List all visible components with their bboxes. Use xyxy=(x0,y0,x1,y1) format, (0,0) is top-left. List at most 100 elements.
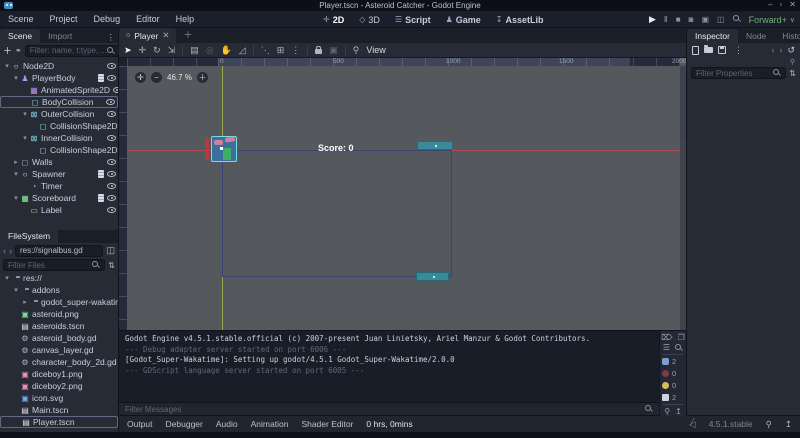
tree-row[interactable]: ◻BodyCollision xyxy=(0,96,118,108)
tab-node[interactable]: Node xyxy=(738,29,774,43)
file-row[interactable]: ⚙character_body_2d.gd xyxy=(0,356,118,368)
workspace-game[interactable]: ♟Game xyxy=(441,15,486,25)
tab-history[interactable]: History xyxy=(774,29,800,43)
visibility-eye-icon[interactable] xyxy=(107,111,116,117)
tree-row[interactable]: ▸◻Walls xyxy=(0,156,118,168)
tree-row[interactable]: ▾▦Scoreboard xyxy=(0,192,118,204)
menu-editor[interactable]: Editor xyxy=(128,14,168,24)
file-row[interactable]: ▤Main.tscn xyxy=(0,404,118,416)
tree-row[interactable]: ◻CollisionShape2D xyxy=(0,144,118,156)
snap-options-icon[interactable]: ⋮ xyxy=(291,45,300,56)
move-tool-icon[interactable]: ✛ xyxy=(139,45,147,56)
visibility-eye-icon[interactable] xyxy=(113,87,118,93)
tree-row[interactable]: ▭Label xyxy=(0,204,118,216)
file-row[interactable]: ▣asteroid.png xyxy=(0,308,118,320)
zoom-in-button[interactable]: ＋ xyxy=(197,72,208,83)
select-tool-icon[interactable]: ➤ xyxy=(124,45,132,56)
visibility-eye-icon[interactable] xyxy=(107,63,116,69)
new-resource-icon[interactable] xyxy=(692,46,699,55)
errors-toggle[interactable]: 0 xyxy=(662,367,684,379)
panel-animation[interactable]: Animation xyxy=(251,419,289,429)
history-forward-icon[interactable]: › xyxy=(779,45,782,55)
expander-icon[interactable]: ▸ xyxy=(21,298,29,306)
property-filter-input[interactable]: Filter Properties xyxy=(691,67,786,79)
tree-row[interactable]: ▾⊠InnerCollision xyxy=(0,132,118,144)
attached-script-icon[interactable] xyxy=(98,74,104,82)
editor-log-toggle[interactable]: 2 xyxy=(662,391,684,403)
pivot-tool-icon[interactable]: ◎ xyxy=(206,45,214,56)
tree-row[interactable]: ▦AnimatedSprite2D xyxy=(0,84,118,96)
expander-icon[interactable]: ▾ xyxy=(3,62,11,70)
tree-row[interactable]: ▾♟PlayerBody xyxy=(0,72,118,84)
file-row[interactable]: ▸godot_super-wakatime xyxy=(0,296,118,308)
tab-import[interactable]: Import xyxy=(40,29,80,43)
instance-scene-button[interactable]: ⚭ xyxy=(15,46,22,55)
close-button[interactable]: ✕ xyxy=(789,0,796,9)
expander-icon[interactable]: ▾ xyxy=(12,194,20,202)
split-view-icon[interactable]: ◫ xyxy=(106,245,115,256)
menu-help[interactable]: Help xyxy=(168,14,203,24)
file-row[interactable]: ▣diceboy2.png xyxy=(0,380,118,392)
pin-object-icon[interactable]: ⚲ xyxy=(790,58,795,66)
group-node-icon[interactable]: ▣ xyxy=(329,45,338,56)
ruler-tool-icon[interactable]: ◿ xyxy=(239,45,246,56)
workspace-3d[interactable]: ◇3D xyxy=(354,15,385,25)
visibility-eye-icon[interactable] xyxy=(107,135,116,141)
expander-icon[interactable]: ▸ xyxy=(12,158,20,166)
tab-scene[interactable]: Scene xyxy=(0,29,40,43)
pause-button[interactable]: Ⅱ xyxy=(664,15,668,24)
view-menu[interactable]: View xyxy=(366,45,385,55)
2d-viewport[interactable]: -5000500100015002000 Score: 0 ✛ − 46.7 %… xyxy=(119,58,686,330)
rotate-tool-icon[interactable]: ↻ xyxy=(153,45,161,56)
tree-row[interactable]: ▾○Spawner xyxy=(0,168,118,180)
panel-shader-editor[interactable]: Shader Editor xyxy=(301,419,353,429)
lock-node-icon[interactable] xyxy=(315,49,322,54)
maximize-button[interactable]: ▫ xyxy=(779,0,782,9)
attached-script-icon[interactable] xyxy=(98,170,104,178)
scene-filter-input[interactable]: Filter: name, t:type, ... xyxy=(25,45,120,57)
workspace-assetlib[interactable]: ↧AssetLib xyxy=(491,15,549,25)
pan-tool-icon[interactable]: ✋ xyxy=(221,45,232,56)
file-row[interactable]: ▤asteroids.tscn xyxy=(0,320,118,332)
grid-snap-icon[interactable]: ⊞ xyxy=(277,45,285,56)
resource-options-icon[interactable]: ⋮ xyxy=(731,45,746,56)
panel-output[interactable]: Output xyxy=(127,419,153,429)
tree-row[interactable]: ◔Timer xyxy=(0,180,118,192)
center-view-icon[interactable]: ✛ xyxy=(135,72,146,83)
search-output-icon[interactable] xyxy=(675,344,683,352)
minimize-button[interactable]: – xyxy=(768,0,772,9)
property-sort-icon[interactable]: ⇅ xyxy=(789,69,796,78)
workspace-2d[interactable]: ✛2D xyxy=(318,15,349,25)
message-filter-bar[interactable]: Filter Messages xyxy=(119,402,659,415)
panel-audio[interactable]: Audio xyxy=(216,419,238,429)
stop-button[interactable]: ■ xyxy=(676,15,681,24)
play-custom-scene-button[interactable]: ◫ xyxy=(717,15,725,24)
expander-icon[interactable]: ▾ xyxy=(21,110,29,118)
menu-scene[interactable]: Scene xyxy=(0,14,42,24)
visibility-eye-icon[interactable] xyxy=(107,171,116,177)
movie-maker-button[interactable] xyxy=(733,15,741,25)
visibility-eye-icon[interactable] xyxy=(107,183,116,189)
attached-script-icon[interactable] xyxy=(98,194,104,202)
mute-icon[interactable]: ◁ xyxy=(689,419,696,430)
pin-bottom-panel-icon[interactable]: ⚲ xyxy=(766,419,772,430)
file-row[interactable]: ▣icon.svg xyxy=(0,392,118,404)
expander-icon[interactable]: ▾ xyxy=(12,286,20,294)
save-resource-icon[interactable] xyxy=(718,46,726,54)
menu-project[interactable]: Project xyxy=(42,14,86,24)
file-row[interactable]: ▣diceboy1.png xyxy=(0,368,118,380)
play-scene-button[interactable]: ▣ xyxy=(701,15,709,24)
wall-collision-bottom[interactable] xyxy=(416,272,449,281)
tab-inspector[interactable]: Inspector xyxy=(687,29,738,43)
add-node-button[interactable]: ＋ xyxy=(3,44,12,57)
tree-row[interactable]: ◻CollisionShape2D xyxy=(0,120,118,132)
play-button[interactable]: ▶ xyxy=(649,14,656,25)
nav-forward-icon[interactable]: › xyxy=(9,246,12,256)
object-history-icon[interactable]: ↺ xyxy=(787,45,795,56)
load-resource-icon[interactable] xyxy=(704,47,713,53)
nav-back-icon[interactable]: ‹ xyxy=(3,246,6,256)
visibility-eye-icon[interactable] xyxy=(107,75,116,81)
renderer-select[interactable]: Forward+∨ xyxy=(749,15,795,25)
remote-debug-icon[interactable]: ◙ xyxy=(689,15,694,24)
expander-icon[interactable]: ▾ xyxy=(12,170,20,178)
